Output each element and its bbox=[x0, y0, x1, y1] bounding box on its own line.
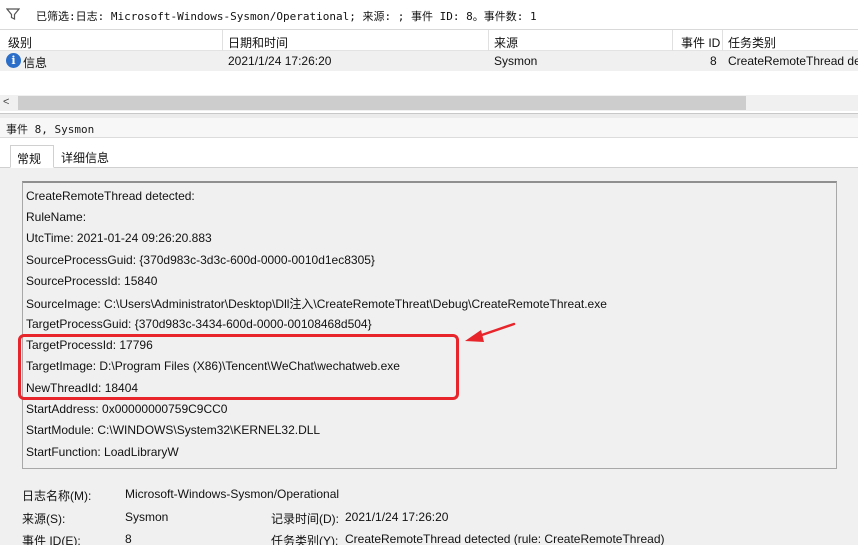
event-detail-header: 事件 8, Sysmon bbox=[0, 118, 858, 138]
description-line: CreateRemoteThread detected: bbox=[26, 189, 195, 203]
row-source: Sysmon bbox=[494, 54, 538, 68]
log-name-value: Microsoft-Windows-Sysmon/Operational bbox=[125, 487, 340, 501]
row-level: 信息 bbox=[23, 56, 48, 70]
description-line: StartAddress: 0x00000000759C9CC0 bbox=[26, 402, 228, 416]
filter-description: 已筛选:日志: Microsoft-Windows-Sysmon/Operati… bbox=[36, 10, 537, 23]
log-name-label: 日志名称(M): bbox=[22, 489, 92, 503]
column-separator[interactable] bbox=[722, 30, 723, 51]
row-datetime: 2021/1/24 17:26:20 bbox=[228, 54, 332, 68]
description-line: SourceImage: C:\Users\Administrator\Desk… bbox=[26, 297, 607, 311]
description-line: UtcTime: 2021-01-24 09:26:20.883 bbox=[26, 231, 212, 245]
description-line: StartFunction: LoadLibraryW bbox=[26, 445, 179, 459]
column-separator[interactable] bbox=[222, 30, 223, 51]
row-task-category: CreateRemoteThread detec bbox=[728, 54, 858, 68]
description-line: SourceProcessId: 15840 bbox=[26, 274, 158, 288]
description-line: SourceProcessGuid: {370d983c-3d3c-600d-0… bbox=[26, 253, 375, 267]
event-id-value: 8 bbox=[125, 532, 132, 545]
task-category-label: 任务类别(Y): bbox=[271, 534, 339, 545]
info-icon: i bbox=[6, 53, 21, 68]
detail-tabs: 常规 详细信息 bbox=[0, 138, 858, 168]
horizontal-scrollbar[interactable]: < bbox=[0, 95, 858, 111]
event-list: 级别 日期和时间 来源 事件 ID 任务类别 i 信息 2021/1/24 17… bbox=[0, 30, 858, 114]
column-header-level[interactable]: 级别 bbox=[8, 34, 32, 51]
logged-time-label: 记录时间(D): bbox=[271, 512, 339, 526]
scroll-left-arrow-icon[interactable]: < bbox=[3, 96, 9, 108]
description-line: StartModule: C:\WINDOWS\System32\KERNEL3… bbox=[26, 423, 321, 437]
filter-bar: 已筛选:日志: Microsoft-Windows-Sysmon/Operati… bbox=[0, 0, 858, 30]
tab-general[interactable]: 常规 bbox=[10, 145, 54, 168]
event-id-label: 事件 ID(E): bbox=[22, 534, 81, 545]
logged-time-value: 2021/1/24 17:26:20 bbox=[345, 510, 449, 524]
column-header-source[interactable]: 来源 bbox=[494, 34, 518, 51]
source-value: Sysmon bbox=[125, 510, 169, 524]
event-description-box[interactable]: CreateRemoteThread detected: RuleName: U… bbox=[22, 181, 837, 469]
table-row[interactable]: i 信息 2021/1/24 17:26:20 Sysmon 8 CreateR… bbox=[0, 51, 858, 71]
column-header-event-id[interactable]: 事件 ID bbox=[681, 34, 720, 51]
event-list-header: 级别 日期和时间 来源 事件 ID 任务类别 bbox=[0, 30, 858, 51]
column-header-task-category[interactable]: 任务类别 bbox=[728, 34, 776, 51]
red-arrow-icon bbox=[465, 322, 516, 342]
scrollbar-thumb[interactable] bbox=[18, 96, 746, 110]
column-separator[interactable] bbox=[672, 30, 673, 51]
event-detail-title: 事件 8, Sysmon bbox=[6, 123, 95, 136]
column-separator[interactable] bbox=[488, 30, 489, 51]
filter-icon bbox=[6, 8, 20, 20]
column-header-datetime[interactable]: 日期和时间 bbox=[228, 34, 288, 51]
description-line: TargetProcessGuid: {370d983c-3434-600d-0… bbox=[26, 317, 372, 331]
task-category-value: CreateRemoteThread detected (rule: Creat… bbox=[345, 532, 665, 545]
highlight-box bbox=[18, 334, 459, 400]
source-label: 来源(S): bbox=[22, 512, 66, 526]
row-event-id: 8 bbox=[710, 54, 717, 68]
tab-details[interactable]: 详细信息 bbox=[55, 145, 115, 168]
description-line: RuleName: bbox=[26, 210, 87, 224]
